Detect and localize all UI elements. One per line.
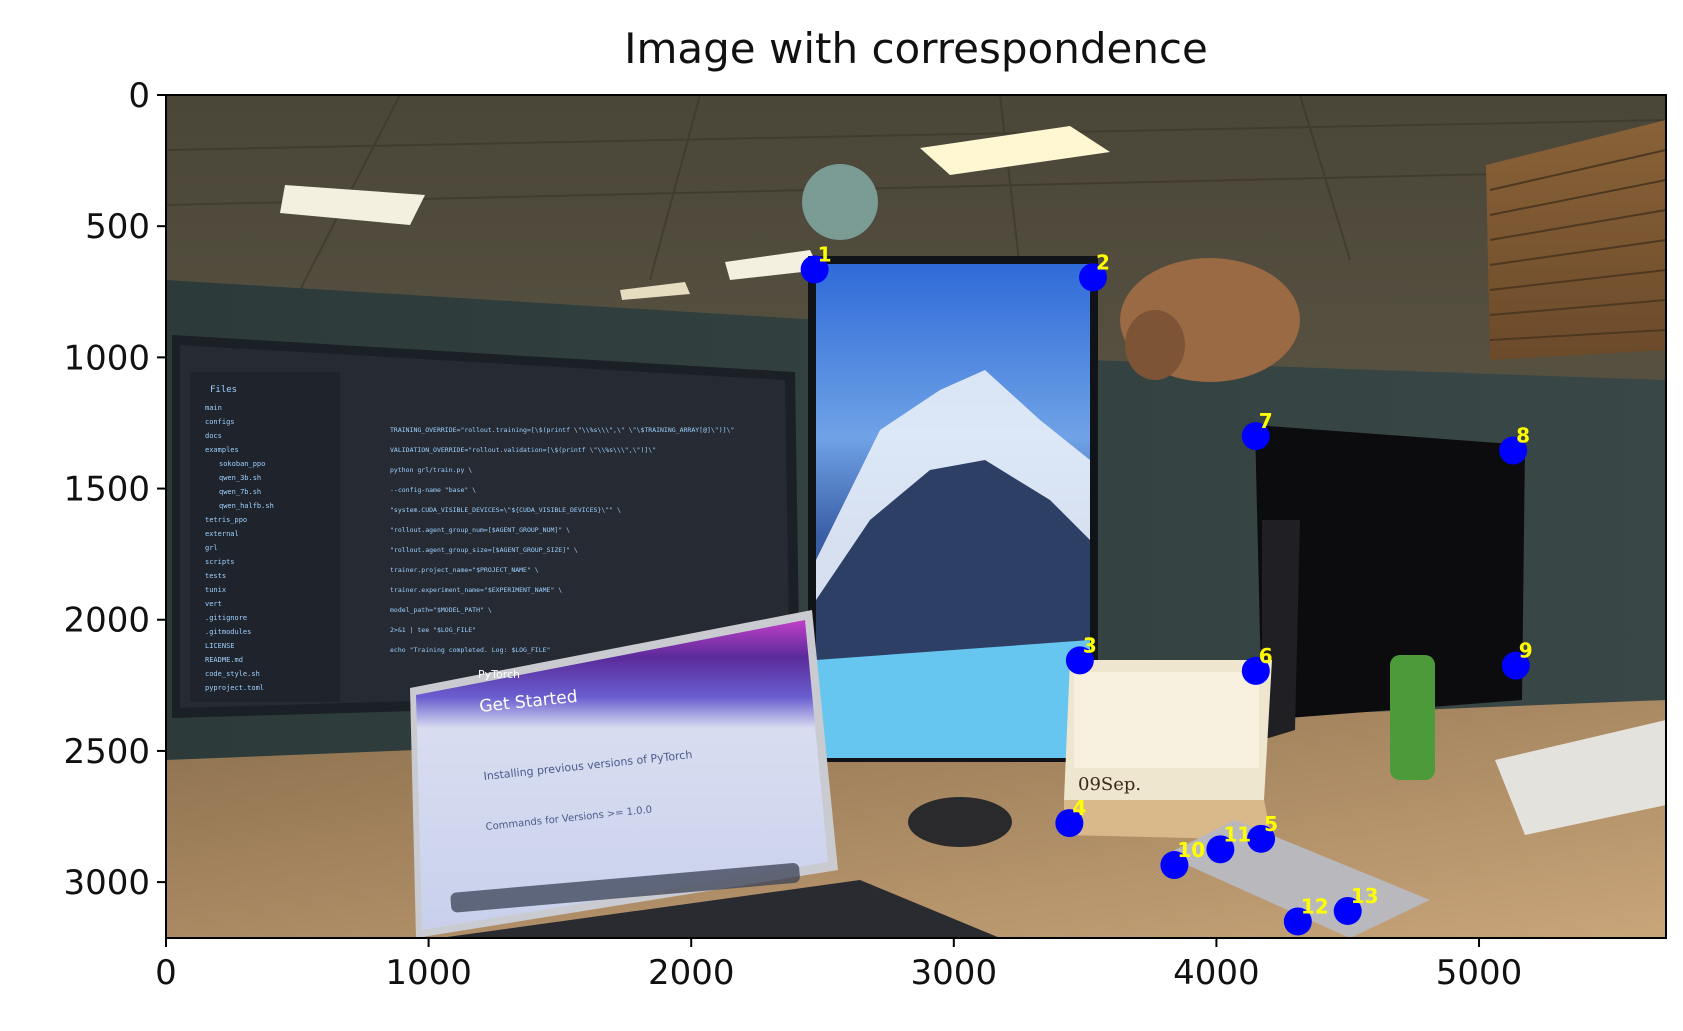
background-photo: Files main configs docs examples sokoban_ppo…	[166, 95, 1666, 938]
chart-title: Image with correspondence	[624, 24, 1208, 73]
y-tick-label: 1000	[63, 338, 150, 378]
y-tick-label: 3000	[63, 863, 150, 903]
y-tick-label: 2000	[63, 601, 150, 641]
x-tick-label: 1000	[385, 953, 472, 993]
x-tick-label: 4000	[1173, 953, 1260, 993]
correspondence-point-label: 2	[1096, 250, 1110, 274]
correspondence-point-label: 6	[1259, 644, 1273, 668]
sidebar-item: configs	[205, 418, 235, 426]
code-line: --config-name "base" \	[390, 486, 476, 494]
x-axis: 0 1000 2000 3000 4000 5000	[155, 938, 1522, 993]
laptop-logo-text: PyTorch	[478, 668, 520, 681]
correspondence-point-label: 4	[1072, 796, 1086, 820]
sidebar-item: pyproject.toml	[205, 684, 264, 692]
code-line: VALIDATION_OVERRIDE="rollout.validation=…	[390, 446, 656, 454]
x-tick-label: 0	[155, 953, 177, 993]
y-tick-label: 2500	[63, 732, 150, 772]
code-line: trainer.experiment_name="$EXPERIMENT_NAM…	[390, 586, 562, 594]
correspondence-point-label: 7	[1259, 409, 1273, 433]
correspondence-point-label: 1	[818, 242, 832, 266]
sidebar-item: .gitignore	[205, 614, 247, 622]
sidebar-item: sokoban_ppo	[219, 460, 265, 468]
correspondence-point-label: 12	[1301, 894, 1329, 918]
sidebar-item: main	[205, 404, 222, 412]
sidebar-item: docs	[205, 432, 222, 440]
y-tick-label: 500	[85, 207, 150, 247]
correspondence-point-label: 11	[1223, 822, 1251, 846]
code-line: TRAINING_OVERRIDE="rollout.training=[\$(…	[390, 426, 734, 434]
sidebar-item: grl	[205, 544, 218, 552]
chart-figure: Image with correspondence Files mainconf…	[63, 24, 1667, 993]
sidebar-item: scripts	[205, 558, 235, 566]
sidebar-header: Files	[210, 385, 237, 395]
code-line: 2>&1 | tee "$LOG_FILE"	[390, 626, 476, 634]
code-line: "rollout.agent_group_num=[$AGENT_GROUP_N…	[390, 526, 570, 534]
code-line: "rollout.agent_group_size=[$AGENT_GROUP_…	[390, 546, 578, 554]
x-tick-label: 2000	[648, 953, 735, 993]
sidebar-item: external	[205, 530, 239, 538]
correspondence-point-label: 13	[1351, 884, 1379, 908]
y-tick-label: 0	[128, 76, 150, 116]
code-line: python grl/train.py \	[390, 466, 472, 474]
x-tick-label: 5000	[1436, 953, 1523, 993]
sidebar-item: vert	[205, 600, 222, 608]
code-line: echo "Training completed. Log: $LOG_FILE…	[390, 646, 550, 654]
code-line: trainer.project_name="$PROJECT_NAME" \	[390, 566, 539, 574]
correspondence-point-label: 10	[1177, 838, 1205, 862]
sidebar-item: qwen_3b.sh	[219, 474, 261, 482]
calendar-date-text: 09Sep.	[1078, 774, 1141, 795]
correspondence-point-label: 8	[1516, 424, 1530, 448]
code-line: model_path="$MODEL_PATH" \	[390, 606, 492, 614]
sidebar-item: code_style.sh	[205, 670, 260, 678]
x-tick-label: 3000	[911, 953, 998, 993]
sidebar-item: examples	[205, 446, 239, 454]
sidebar-item: tunix	[205, 586, 226, 594]
correspondence-point-label: 9	[1519, 639, 1533, 663]
y-tick-label: 1500	[63, 470, 150, 510]
sidebar-item: qwen_halfb.sh	[219, 502, 274, 510]
code-line: "system.CUDA_VISIBLE_DEVICES=\"${CUDA_VI…	[390, 506, 621, 514]
sidebar-item: tests	[205, 572, 226, 580]
correspondence-point-label: 3	[1083, 633, 1097, 657]
correspondence-point-label: 5	[1264, 812, 1278, 836]
sidebar-item: .gitmodules	[205, 628, 251, 636]
sidebar-item: README.md	[205, 656, 243, 664]
sidebar-item: tetris_ppo	[205, 516, 247, 524]
sidebar-item: qwen_7b.sh	[219, 488, 261, 496]
sidebar-item: LICENSE	[205, 642, 235, 650]
y-axis: 0 500 1000 1500 2000 2500 3000	[63, 76, 166, 903]
